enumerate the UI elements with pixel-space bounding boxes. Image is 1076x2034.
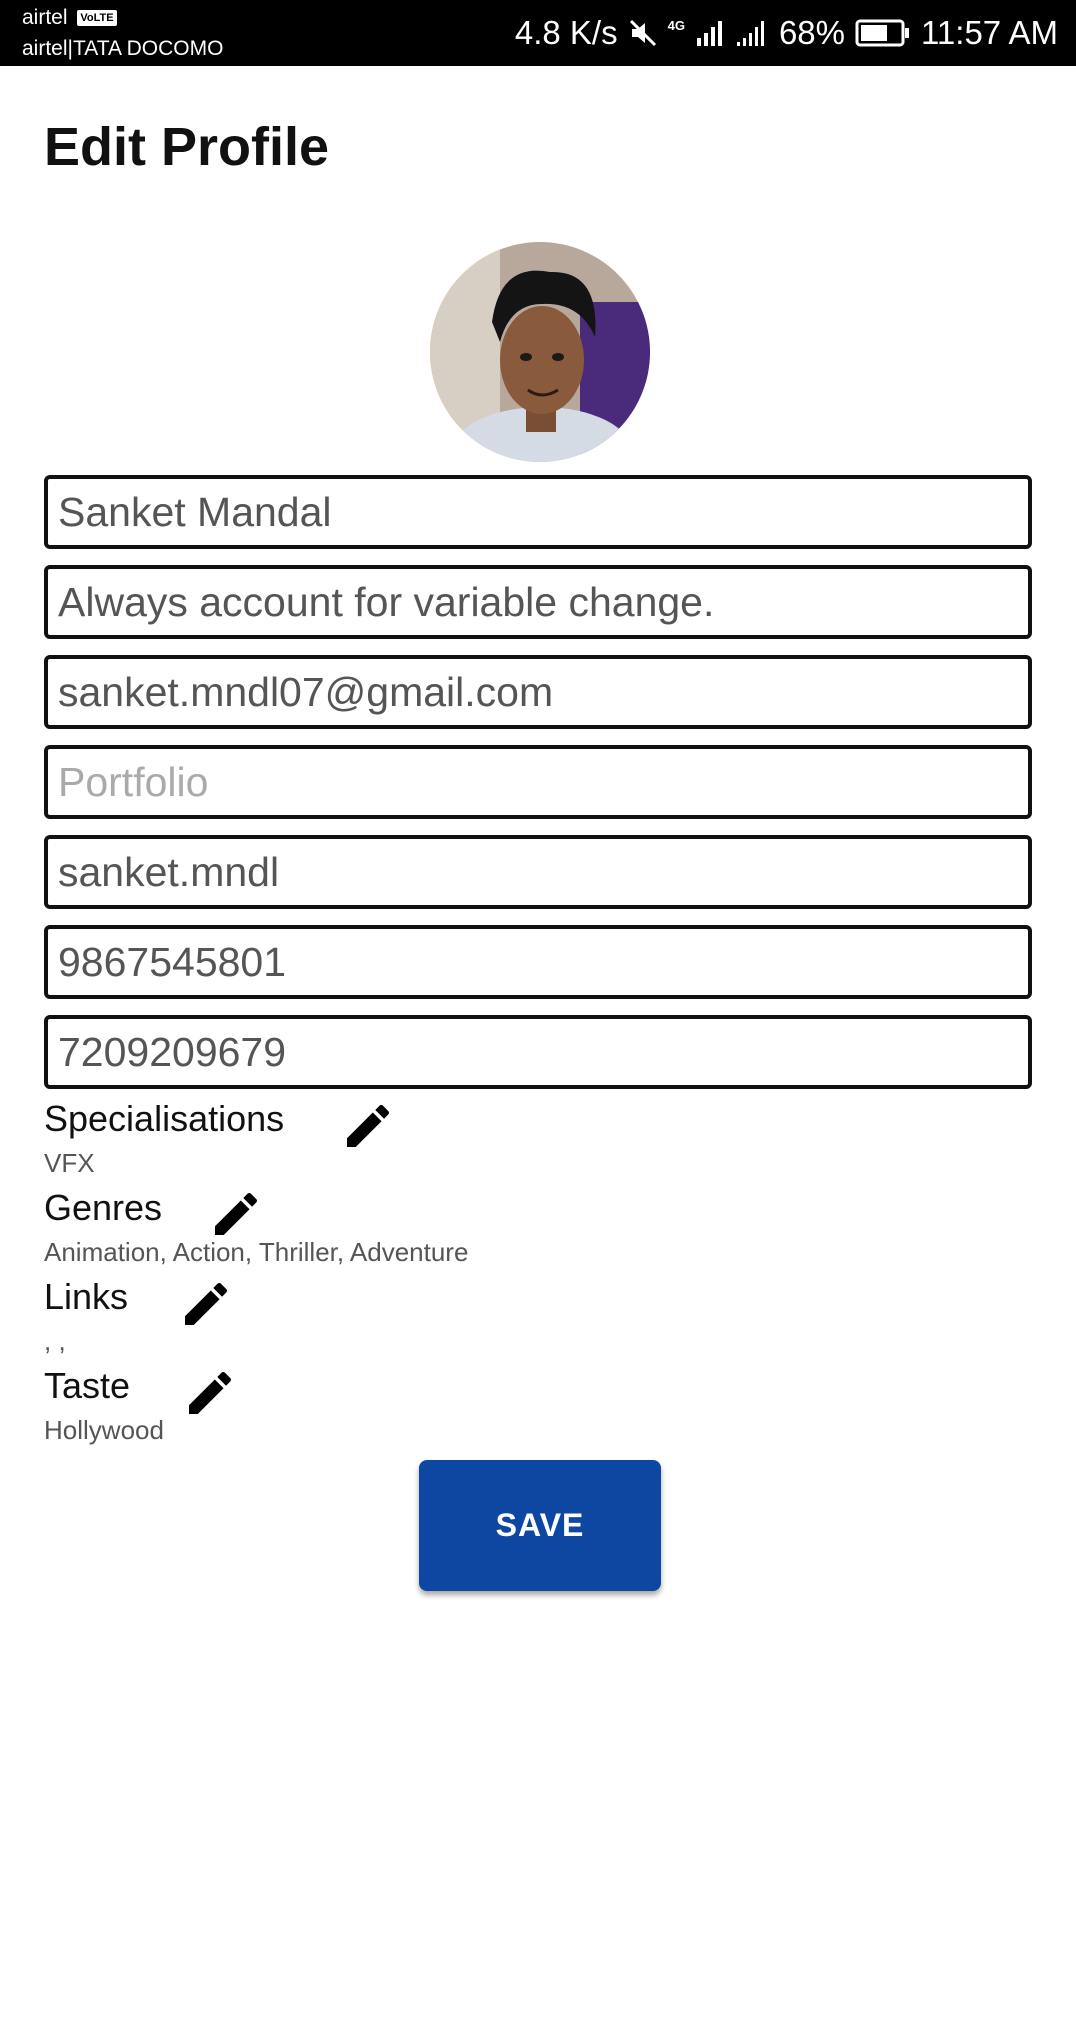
username-field[interactable] [44,835,1032,909]
taste-label: Taste [44,1365,131,1406]
carrier-primary: airtel VoLTE [22,6,117,30]
taste-value: Hollywood [44,1415,164,1445]
links-value: , , [44,1326,66,1356]
avatar-photo [430,242,650,462]
mute-icon [629,19,656,47]
email-field[interactable] [44,655,1032,729]
clock: 11:57 AM [921,14,1058,51]
genres-value: Animation, Action, Thriller, Adventure [44,1237,469,1267]
bio-field[interactable] [44,565,1032,639]
specialisations-label: Specialisations [44,1098,285,1139]
name-field[interactable] [44,475,1032,549]
links-label: Links [44,1276,129,1317]
status-bar: airtel VoLTE airtel|TATA DOCOMO 4.8 K/s … [0,0,1076,66]
signal-icon [696,21,722,46]
edit-genres-pencil-icon[interactable] [208,1186,264,1242]
edit-specialisations-pencil-icon[interactable] [340,1098,396,1154]
carrier-secondary: airtel|TATA DOCOMO [22,37,224,60]
genres-label: Genres [44,1187,163,1228]
save-button[interactable]: SAVE [419,1460,661,1591]
carrier-primary-label: airtel [22,6,68,29]
edit-links-pencil-icon[interactable] [178,1276,234,1332]
edit-taste-pencil-icon[interactable] [182,1365,238,1421]
page-title: Edit Profile [44,117,330,177]
phone-secondary-field[interactable] [44,1015,1032,1089]
signal-icon-secondary [736,21,764,46]
battery-icon [855,19,910,47]
network-type: 4G [667,17,685,33]
phone-primary-field[interactable] [44,925,1032,999]
avatar[interactable] [430,242,650,462]
status-indicators: 4.8 K/s 4G 68% 11:57 AM [515,12,1058,54]
battery-percent: 68% [778,14,846,51]
portfolio-field[interactable] [44,745,1032,819]
network-speed: 4.8 K/s [514,14,618,51]
volte-badge: VoLTE [77,10,117,26]
specialisations-value: VFX [44,1148,95,1178]
